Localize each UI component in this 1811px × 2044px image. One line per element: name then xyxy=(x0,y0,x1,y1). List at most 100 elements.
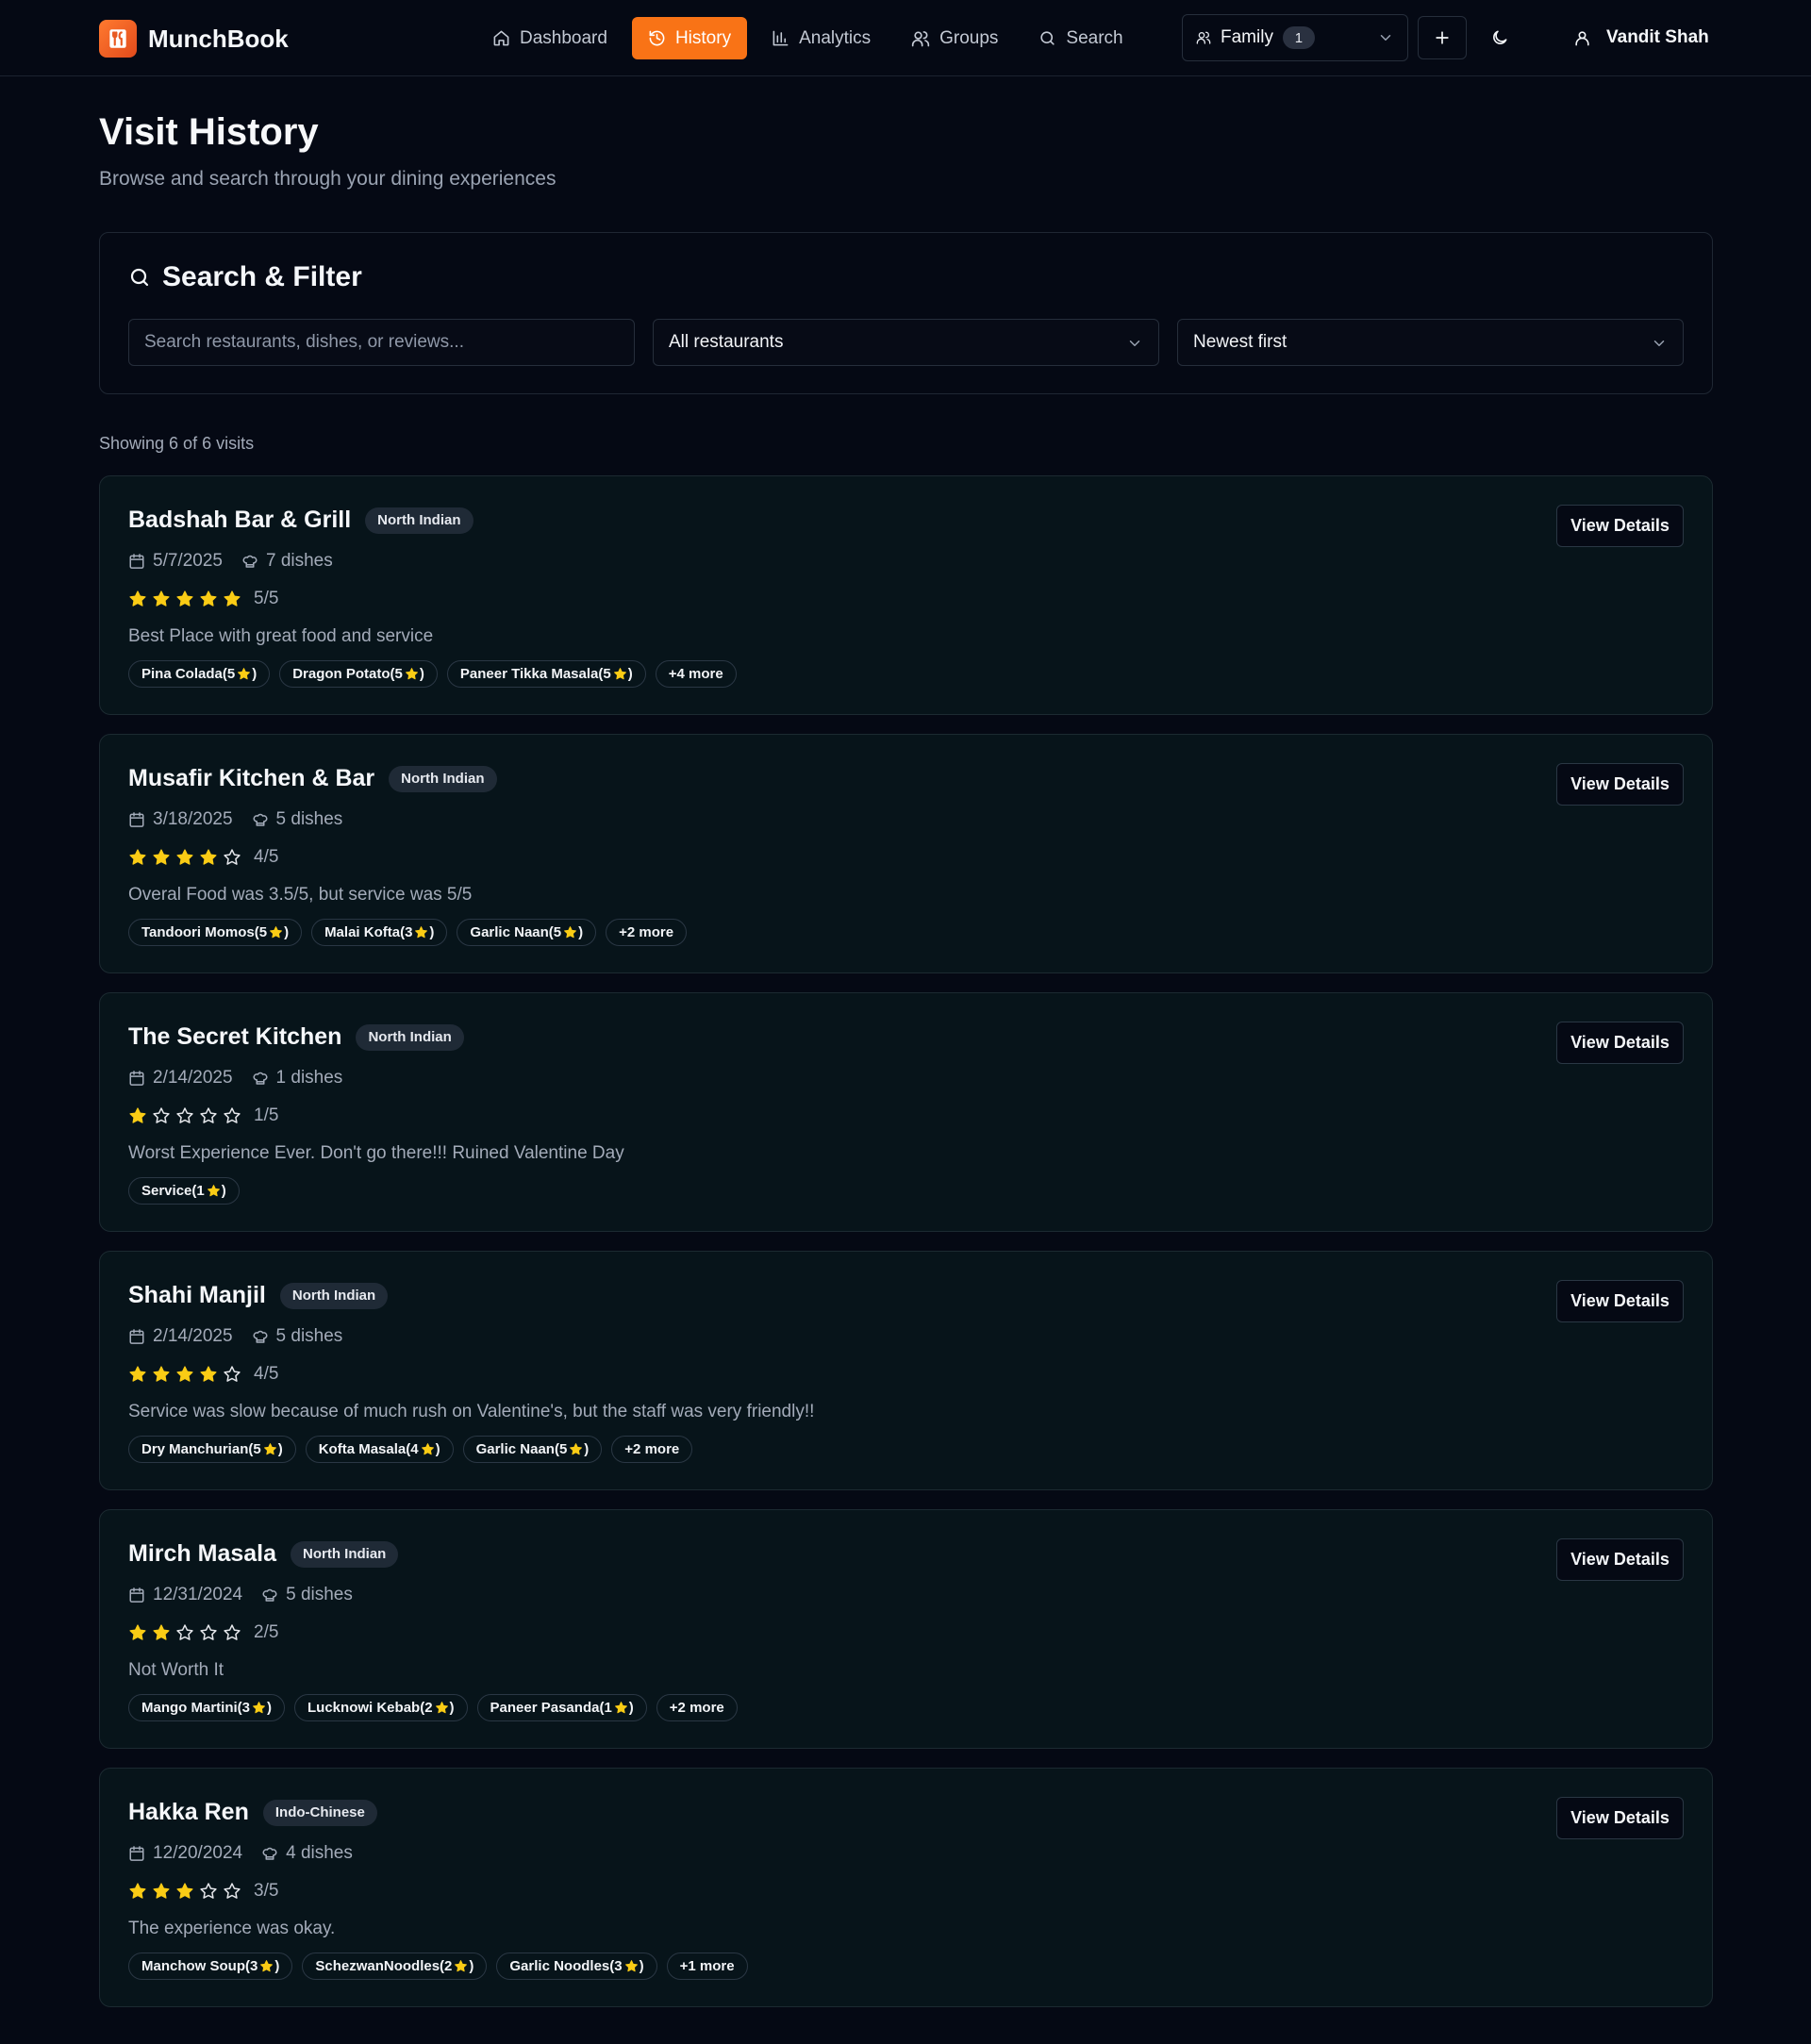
star-rating: 5/5 xyxy=(128,589,278,609)
star-filled-icon xyxy=(153,849,170,865)
visit-date: 12/20/2024 xyxy=(128,1843,242,1864)
star-rating: 1/5 xyxy=(128,1105,278,1126)
home-icon xyxy=(493,30,509,46)
calendar-icon xyxy=(129,554,144,569)
nav-history[interactable]: History xyxy=(631,17,748,59)
dish-chip: Tandoori Momos (5) xyxy=(128,919,303,946)
star-filled-icon xyxy=(129,1624,146,1640)
rating-value: 4/5 xyxy=(254,847,279,867)
dish-chip: Garlic Noodles (3) xyxy=(496,1953,657,1980)
nav-dashboard[interactable]: Dashboard xyxy=(476,17,623,59)
review-text: Worst Experience Ever. Don't go there!!!… xyxy=(128,1143,624,1163)
star-filled-icon xyxy=(260,1960,274,1972)
nav-dashboard-label: Dashboard xyxy=(520,27,607,48)
history-icon xyxy=(649,30,665,46)
search-input[interactable]: Search restaurants, dishes, or reviews..… xyxy=(128,319,635,366)
dish-name: Service xyxy=(141,1183,192,1199)
filter-title-text: Search & Filter xyxy=(162,261,362,292)
nav-search[interactable]: Search xyxy=(1022,17,1138,59)
restaurant-menu-icon xyxy=(99,20,137,58)
star-filled-icon xyxy=(153,1366,170,1382)
dish-count: 7 dishes xyxy=(241,551,333,572)
user-name: Vandit Shah xyxy=(1606,27,1709,47)
chef-hat-icon xyxy=(262,1847,277,1860)
dish-count: 5 dishes xyxy=(252,1326,342,1347)
dish-count-text: 5 dishes xyxy=(275,809,343,829)
star-empty-icon xyxy=(200,1883,217,1899)
group-count-badge: 1 xyxy=(1282,26,1315,49)
visit-heading: Badshah Bar & Grill North Indian xyxy=(128,507,474,534)
dish-rating: 5 xyxy=(553,924,562,940)
visit-date-text: 2/14/2025 xyxy=(153,1326,233,1346)
dish-name: Tandoori Momos xyxy=(141,924,255,940)
users-icon xyxy=(911,30,930,46)
view-details-button[interactable]: View Details xyxy=(1556,1538,1684,1581)
more-dishes-chip: +2 more xyxy=(656,1694,738,1721)
star-filled-icon xyxy=(176,849,193,865)
users-icon xyxy=(1196,31,1211,44)
visit-date: 2/14/2025 xyxy=(128,1326,233,1347)
chevron-down-icon xyxy=(1129,341,1140,346)
nav-groups[interactable]: Groups xyxy=(895,17,1014,59)
view-details-button[interactable]: View Details xyxy=(1556,1797,1684,1839)
chef-hat-icon xyxy=(262,1588,277,1602)
view-details-button[interactable]: View Details xyxy=(1556,1022,1684,1064)
visit-date-text: 12/31/2024 xyxy=(153,1585,243,1604)
nav-groups-label: Groups xyxy=(939,27,999,48)
restaurant-filter-select[interactable]: All restaurants xyxy=(653,319,1159,366)
cuisine-badge: North Indian xyxy=(291,1540,399,1568)
dish-rating: 5 xyxy=(603,666,611,682)
nav-analytics-label: Analytics xyxy=(799,27,872,48)
dish-rating: 3 xyxy=(405,924,413,940)
star-empty-icon xyxy=(200,1107,217,1123)
dish-name: Garlic Noodles xyxy=(509,1958,610,1974)
visit-heading: Musafir Kitchen & Bar North Indian xyxy=(128,765,497,792)
star-filled-icon xyxy=(415,926,428,939)
star-filled-icon xyxy=(421,1443,434,1455)
star-filled-icon xyxy=(200,1366,217,1382)
rating-value: 1/5 xyxy=(254,1105,279,1125)
star-rating: 3/5 xyxy=(128,1881,278,1902)
dish-name: Garlic Naan xyxy=(470,924,549,940)
bar-chart-icon xyxy=(773,30,789,46)
cuisine-badge: North Indian xyxy=(279,1282,389,1309)
view-details-button[interactable]: View Details xyxy=(1556,1280,1684,1322)
dish-name: Dry Manchurian xyxy=(141,1441,249,1457)
page-title: Visit History xyxy=(99,111,319,153)
cuisine-badge: North Indian xyxy=(356,1023,464,1051)
nav-analytics[interactable]: Analytics xyxy=(756,17,887,59)
dish-chip: Pina Colada (5) xyxy=(128,660,271,688)
dish-count: 5 dishes xyxy=(252,809,343,830)
visit-date: 12/31/2024 xyxy=(128,1585,242,1605)
star-empty-icon xyxy=(224,1624,241,1640)
dish-chip: Dry Manchurian (5) xyxy=(128,1436,296,1463)
dish-chip: Kofta Masala (4) xyxy=(305,1436,454,1463)
brand[interactable]: MunchBook xyxy=(99,20,289,58)
dish-chip: Dragon Potato (5) xyxy=(279,660,438,688)
star-filled-icon xyxy=(263,1443,276,1455)
add-visit-button[interactable] xyxy=(1418,16,1467,59)
rating-value: 4/5 xyxy=(254,1364,279,1384)
visit-meta: 12/20/2024 4 dishes xyxy=(128,1843,372,1864)
user-menu[interactable]: Vandit Shah xyxy=(1562,16,1720,59)
view-details-button[interactable]: View Details xyxy=(1556,763,1684,806)
dish-name: Malai Kofta xyxy=(324,924,401,940)
dish-name: Garlic Naan xyxy=(475,1441,555,1457)
star-filled-icon xyxy=(176,590,193,607)
view-details-button[interactable]: View Details xyxy=(1556,505,1684,547)
dish-chip: Manchow Soup (3) xyxy=(128,1953,293,1980)
dish-name: Dragon Potato xyxy=(292,666,390,682)
star-filled-icon xyxy=(435,1702,448,1714)
theme-toggle-button[interactable] xyxy=(1475,16,1524,59)
group-selector[interactable]: Family 1 xyxy=(1182,14,1408,61)
dish-count-text: 1 dishes xyxy=(275,1068,343,1088)
dish-rating: 3 xyxy=(250,1958,258,1974)
visit-card: Hakka Ren Indo-Chinese 12/20/2024 4 dishes 3… xyxy=(99,1768,1713,2007)
calendar-icon xyxy=(129,812,144,827)
star-filled-icon xyxy=(129,1107,146,1123)
visit-heading: Hakka Ren Indo-Chinese xyxy=(128,1799,377,1826)
dish-chip: Lucknowi Kebab (2) xyxy=(294,1694,468,1721)
dish-list: Mango Martini (3) Lucknowi Kebab (2) Panee… xyxy=(128,1694,738,1721)
dish-list: Pina Colada (5) Dragon Potato (5) Paneer T… xyxy=(128,660,737,688)
sort-select[interactable]: Newest first xyxy=(1177,319,1684,366)
